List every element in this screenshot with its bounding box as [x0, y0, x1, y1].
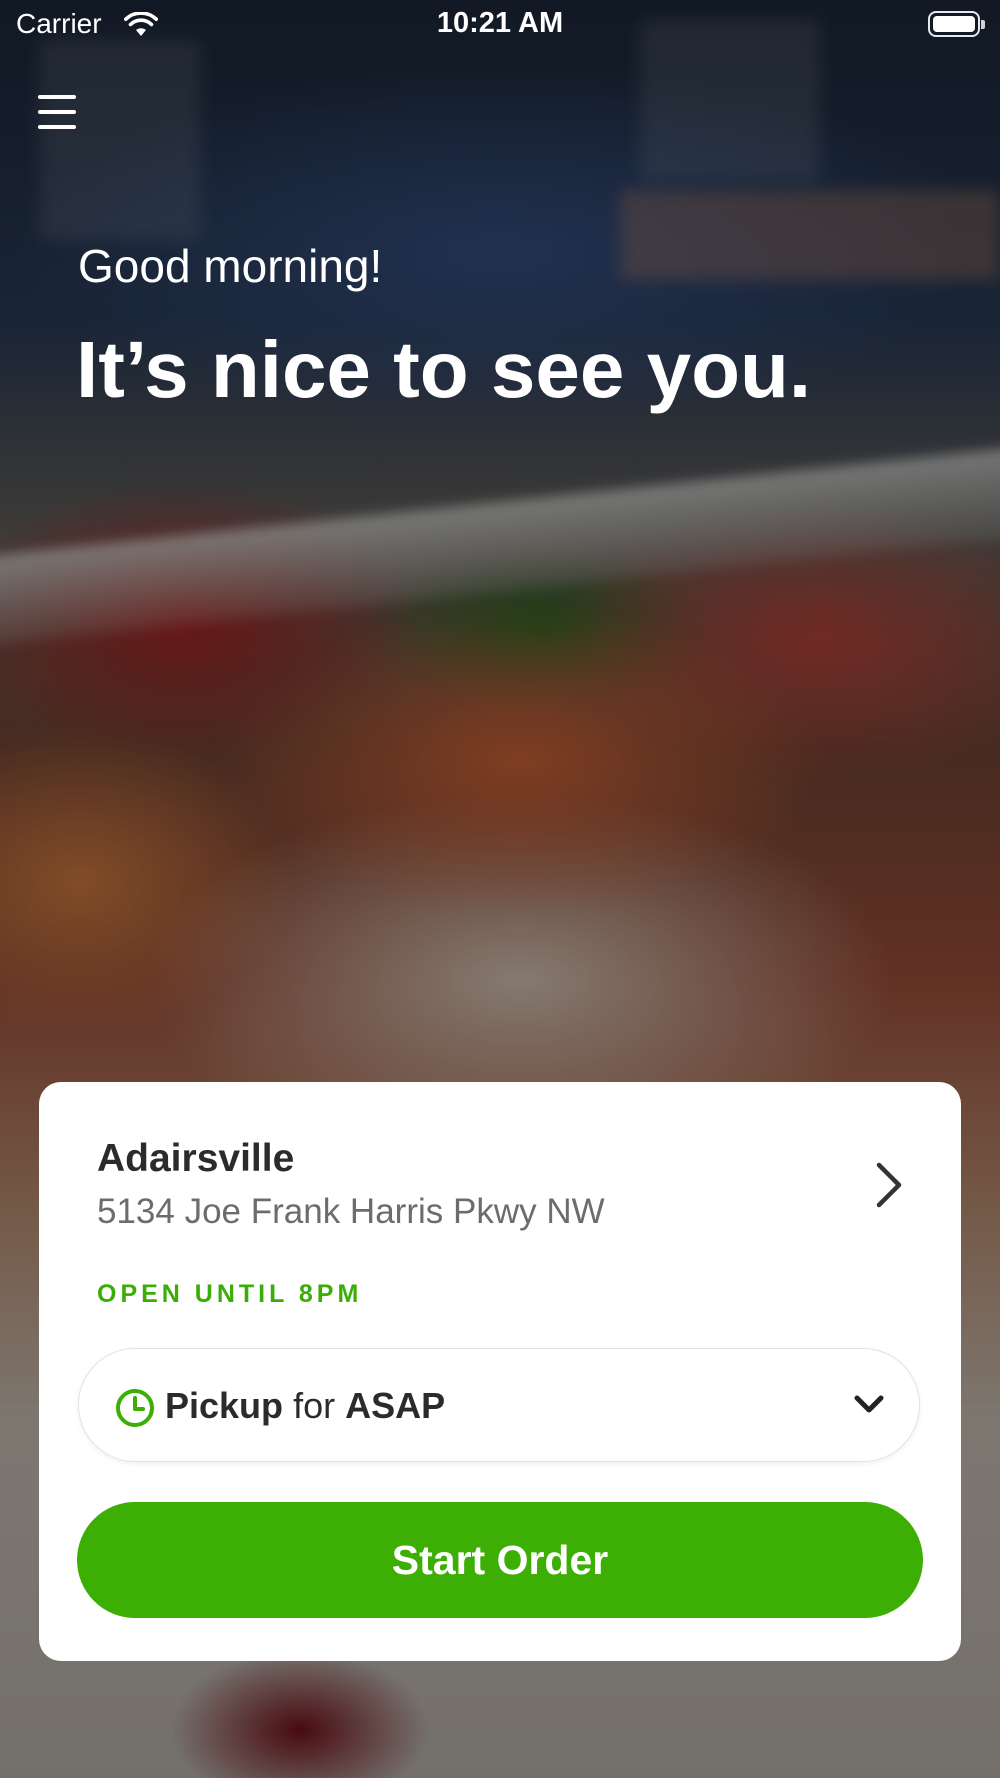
battery-icon [928, 11, 985, 37]
pickup-mode: Pickup [165, 1385, 284, 1426]
start-order-button[interactable]: Start Order [77, 1502, 923, 1618]
location-details[interactable]: Adairsville 5134 Joe Frank Harris Pkwy N… [97, 1134, 857, 1240]
location-card: Adairsville 5134 Joe Frank Harris Pkwy N… [39, 1082, 961, 1661]
chevron-down-icon[interactable] [853, 1394, 885, 1421]
location-address: 5134 Joe Frank Harris Pkwy NW [97, 1192, 605, 1231]
hamburger-menu-icon[interactable] [36, 92, 80, 132]
clock-icon [115, 1388, 155, 1433]
pickup-time: ASAP [345, 1385, 446, 1426]
pickup-time-select[interactable]: Pickup for ASAP [78, 1348, 920, 1462]
hours-status: OPEN UNTIL 8PM [97, 1280, 363, 1308]
greeting-text: Good morning! [78, 240, 383, 292]
status-time: 10:21 AM [436, 7, 564, 39]
status-bar: Carrier 10:21 AM [0, 0, 1000, 50]
pickup-connector: for [293, 1385, 336, 1426]
pickup-summary: Pickup for ASAP [165, 1383, 445, 1429]
location-name: Adairsville [97, 1137, 295, 1180]
headline-text: It’s nice to see you. [76, 325, 812, 414]
chevron-right-icon[interactable] [873, 1160, 905, 1215]
